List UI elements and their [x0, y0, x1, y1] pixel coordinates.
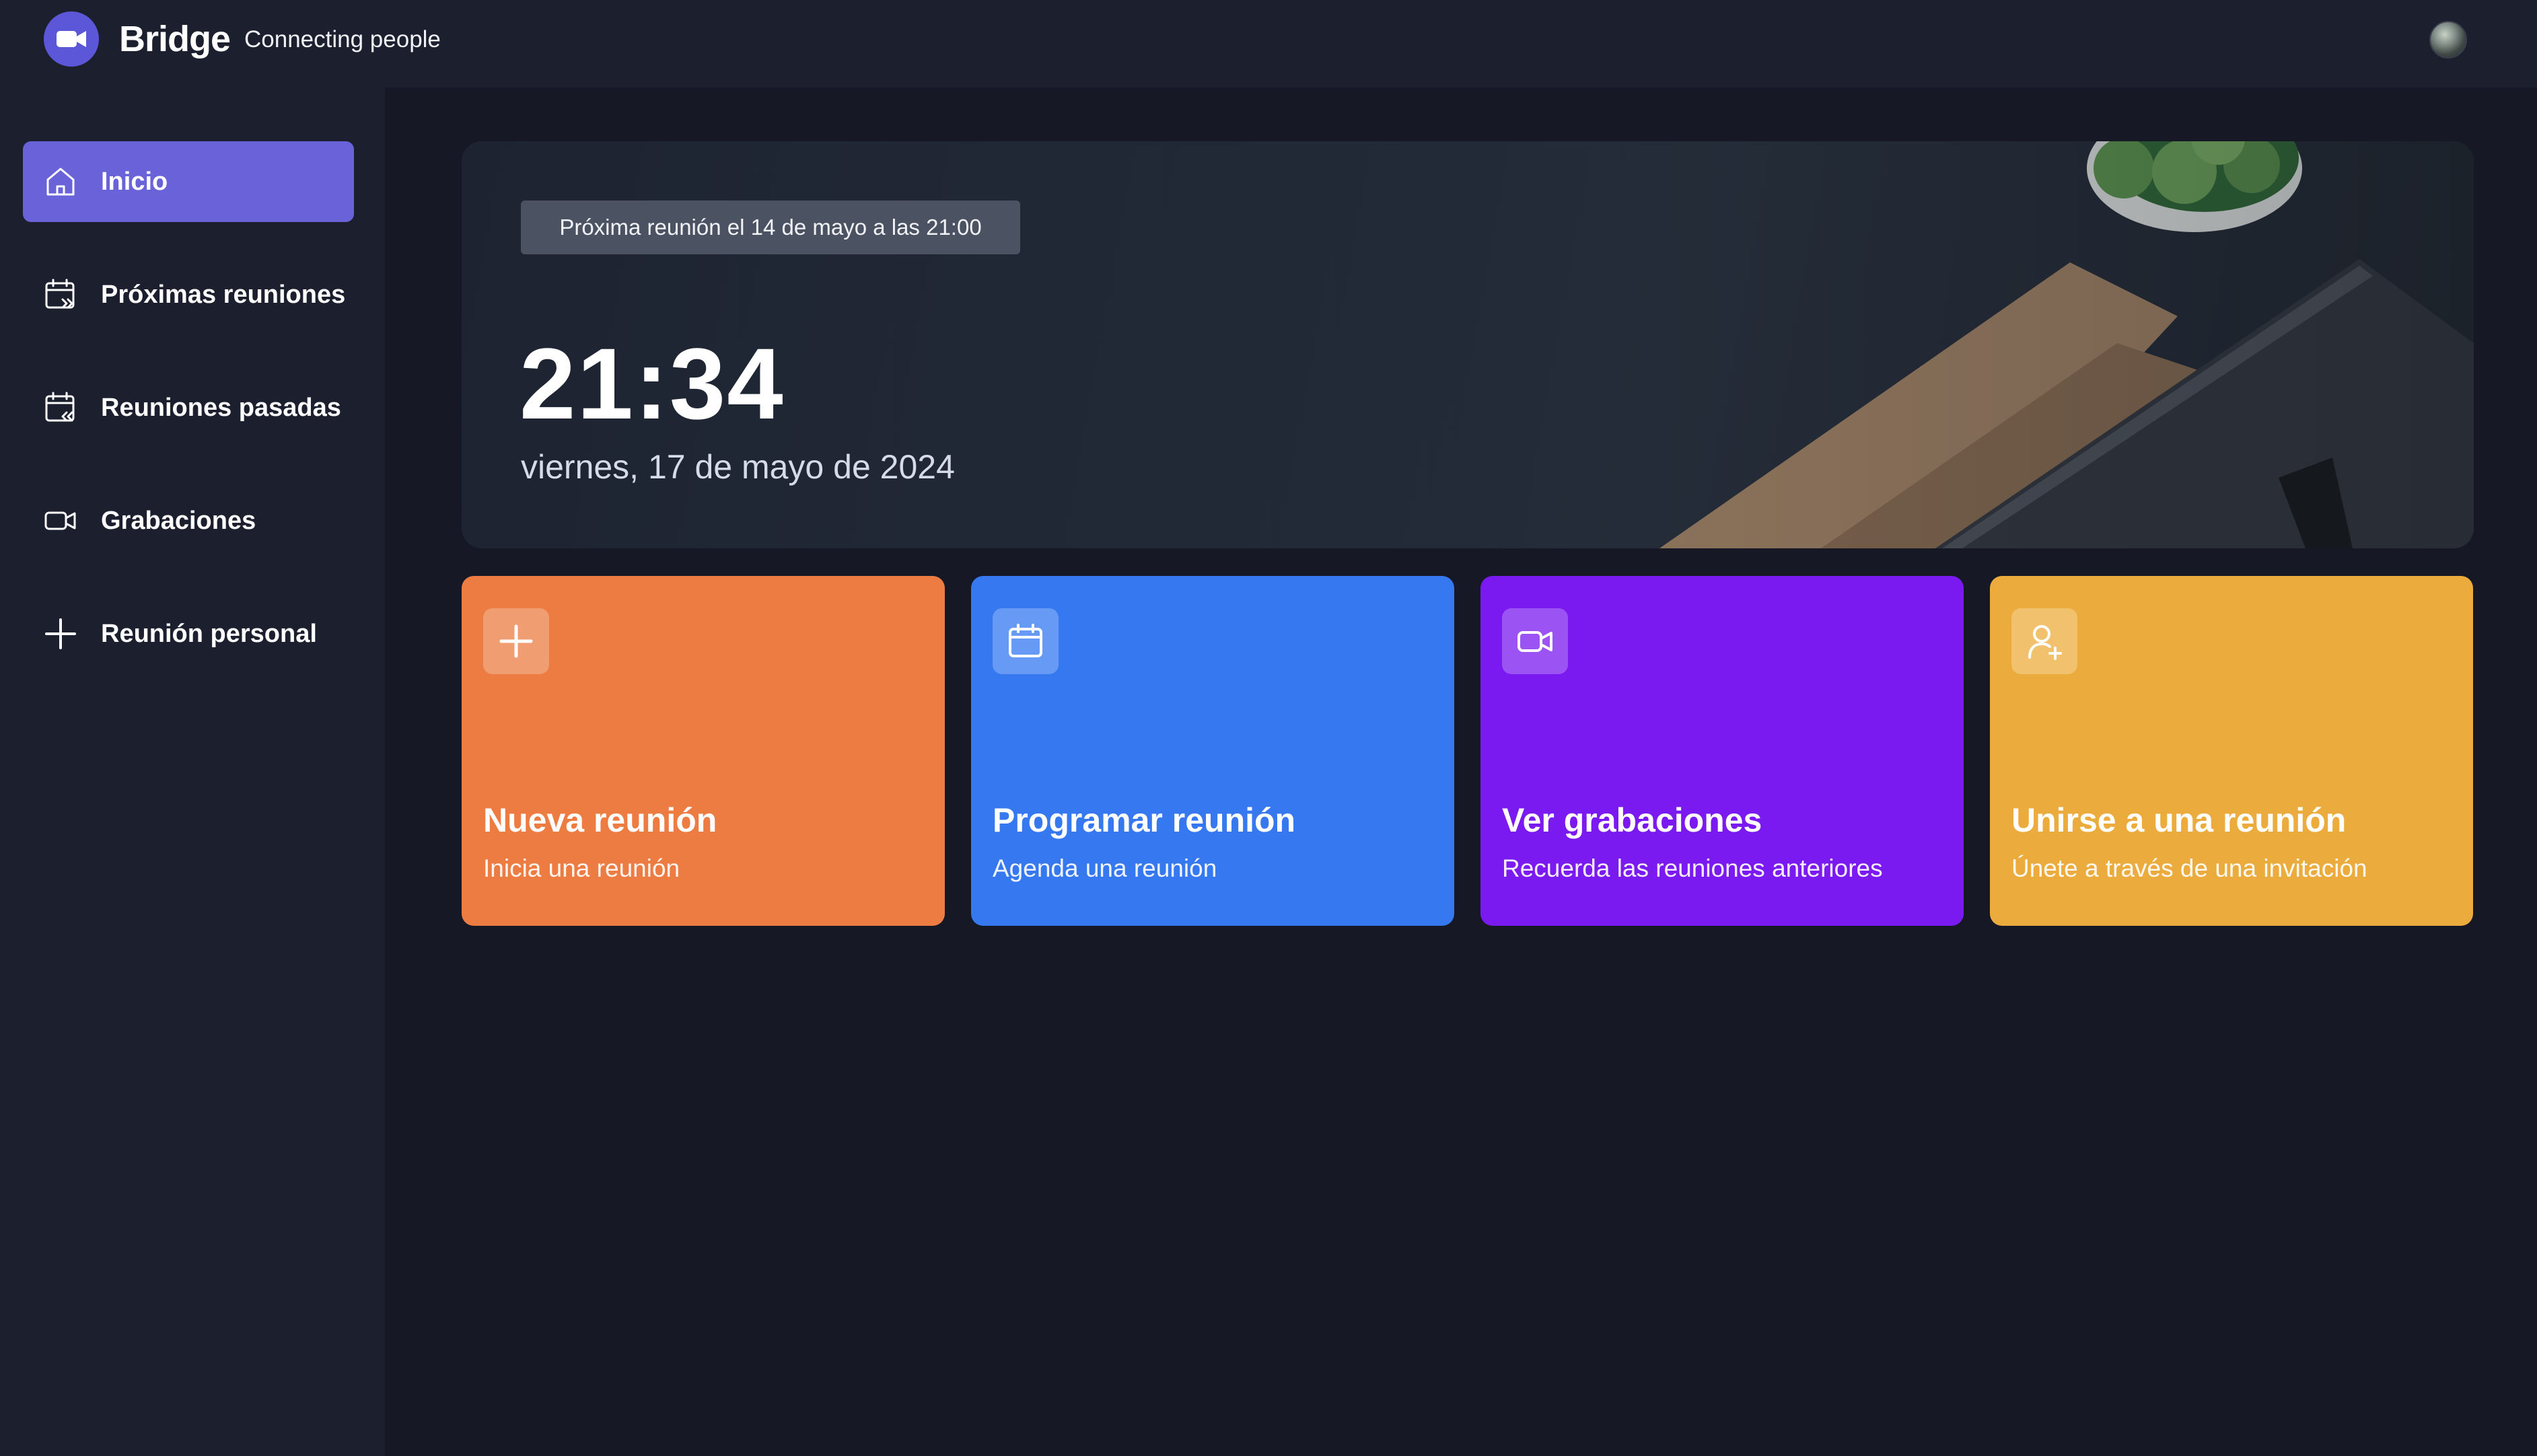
plus-icon [42, 615, 79, 653]
hero-banner: Próxima reunión el 14 de mayo a las 21:0… [462, 141, 2474, 548]
sidebar-item-inicio[interactable]: Inicio [23, 141, 354, 222]
schedule-meeting-card[interactable]: Programar reunión Agenda una reunión [971, 576, 1454, 926]
top-bar: Bridge Connecting people [0, 0, 2537, 87]
sidebar-item-proximas-reuniones[interactable]: Próximas reuniones [23, 254, 354, 335]
calendar-icon [993, 608, 1059, 674]
sidebar-item-label: Reuniones pasadas [101, 393, 341, 422]
card-subtitle: Agenda una reunión [993, 854, 1217, 882]
current-time: 21:34 [520, 327, 785, 440]
video-icon [1502, 608, 1568, 674]
sidebar-item-reuniones-pasadas[interactable]: Reuniones pasadas [23, 367, 354, 448]
current-date: viernes, 17 de mayo de 2024 [521, 448, 955, 486]
brand-tagline: Connecting people [244, 26, 441, 52]
new-meeting-card[interactable]: Nueva reunión Inicia una reunión [462, 576, 945, 926]
view-recordings-card[interactable]: Ver grabaciones Recuerda las reuniones a… [1480, 576, 1964, 926]
sidebar-item-label: Próximas reuniones [101, 280, 346, 309]
user-plus-icon [2011, 608, 2077, 674]
home-icon [42, 163, 79, 201]
video-camera-icon [57, 31, 86, 47]
plus-icon [483, 608, 549, 674]
card-subtitle: Inicia una reunión [483, 854, 680, 882]
logo[interactable] [44, 11, 99, 67]
sidebar-item-reunion-personal[interactable]: Reunión personal [23, 593, 354, 674]
calendar-past-icon [42, 389, 79, 427]
sidebar-item-label: Reunión personal [101, 619, 317, 648]
sidebar-item-label: Inicio [101, 167, 168, 196]
card-title: Ver grabaciones [1502, 801, 1762, 839]
join-meeting-card[interactable]: Unirse a una reunión Únete a través de u… [1990, 576, 2473, 926]
user-avatar[interactable] [2429, 21, 2467, 59]
next-meeting-badge: Próxima reunión el 14 de mayo a las 21:0… [521, 201, 1020, 254]
video-icon [42, 502, 79, 540]
brand-name: Bridge [119, 19, 231, 59]
card-subtitle: Recuerda las reuniones anteriores [1502, 854, 1883, 882]
card-title: Programar reunión [993, 801, 1296, 839]
card-title: Unirse a una reunión [2011, 801, 2347, 839]
sidebar: Inicio Próximas reuniones Reuniones pasa… [0, 87, 385, 1456]
sidebar-item-grabaciones[interactable]: Grabaciones [23, 480, 354, 561]
calendar-upcoming-icon [42, 276, 79, 314]
card-subtitle: Únete a través de una invitación [2011, 854, 2367, 882]
sidebar-item-label: Grabaciones [101, 506, 256, 535]
card-title: Nueva reunión [483, 801, 717, 839]
